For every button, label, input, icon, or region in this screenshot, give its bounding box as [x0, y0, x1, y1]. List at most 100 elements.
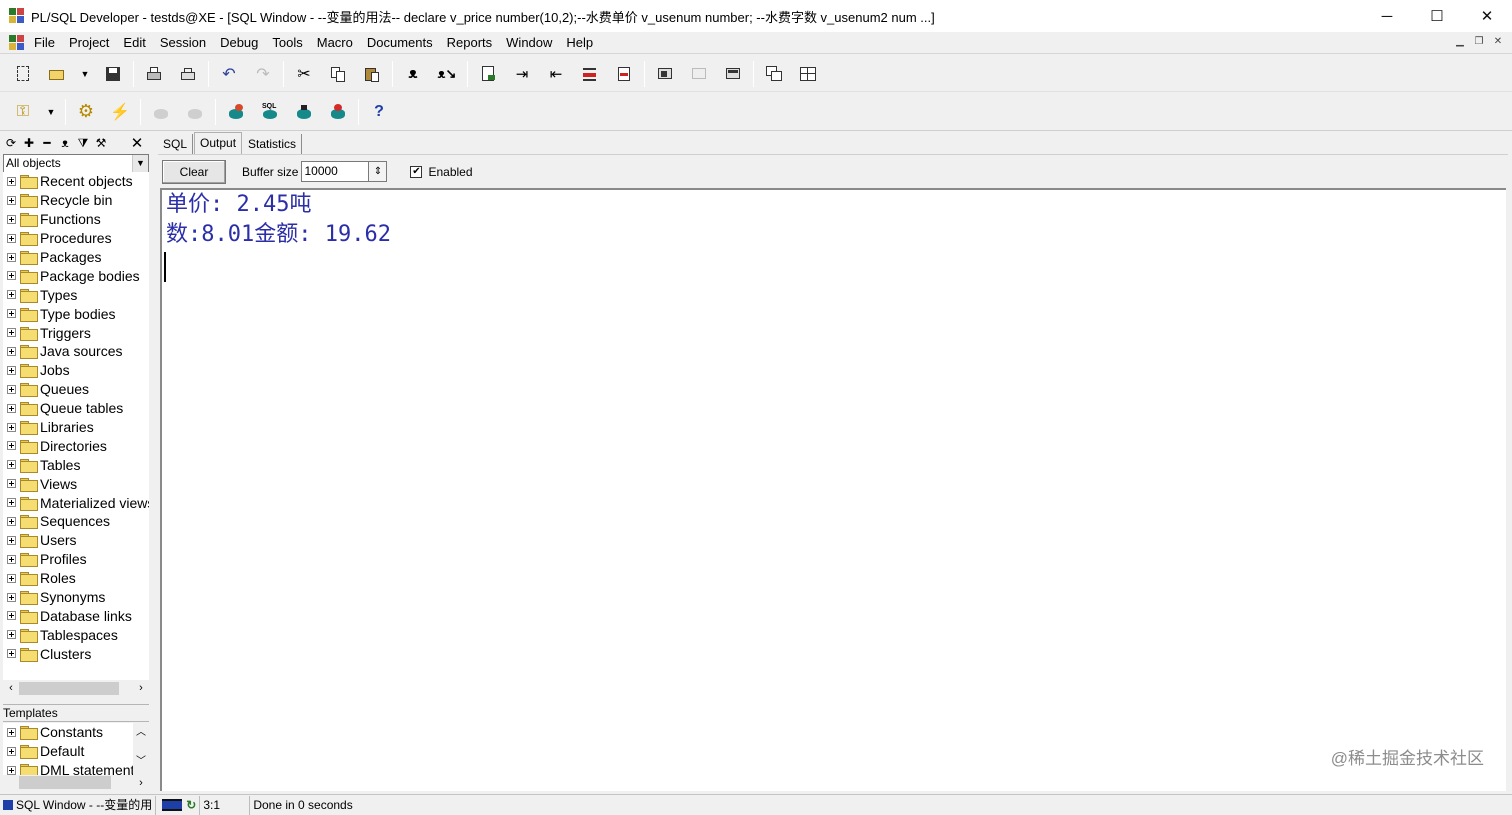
- menu-help[interactable]: Help: [559, 33, 600, 53]
- expand-icon[interactable]: [7, 309, 16, 319]
- buffer-spin-icon[interactable]: ⇕: [369, 161, 388, 182]
- minimize-button[interactable]: ─: [1362, 0, 1412, 32]
- filter-icon[interactable]: ⧩: [76, 136, 90, 151]
- expand-icon[interactable]: [7, 328, 16, 338]
- tab-statistics[interactable]: Statistics: [243, 134, 303, 154]
- tree-node[interactable]: DML statements: [3, 761, 149, 775]
- tree-node[interactable]: Roles: [3, 569, 149, 588]
- menu-project[interactable]: Project: [62, 33, 116, 53]
- tree-horizontal-scrollbar[interactable]: ‹ ›: [3, 680, 149, 696]
- print-setup-button[interactable]: [171, 59, 205, 89]
- close-icon[interactable]: ✕: [130, 134, 144, 152]
- window-list-item[interactable]: SQL Window - --变量的用: [0, 795, 157, 815]
- rollback-button[interactable]: [178, 97, 212, 127]
- tree-node[interactable]: Types: [3, 285, 149, 304]
- expand-icon[interactable]: [7, 271, 16, 281]
- buffer-size-input[interactable]: 10000: [301, 161, 370, 182]
- db-session-button[interactable]: [219, 97, 253, 127]
- expand-icon[interactable]: [7, 233, 16, 243]
- expand-icon[interactable]: [7, 746, 16, 756]
- menu-window[interactable]: Window: [499, 33, 559, 53]
- tree-node[interactable]: Type bodies: [3, 304, 149, 323]
- menu-documents[interactable]: Documents: [360, 33, 440, 53]
- tree-node[interactable]: Database links: [3, 606, 149, 625]
- expand-icon[interactable]: [7, 498, 16, 508]
- expand-icon[interactable]: [7, 765, 16, 775]
- tree-node[interactable]: Clusters: [3, 644, 149, 663]
- remove-icon[interactable]: ━: [40, 136, 54, 150]
- menu-edit[interactable]: Edit: [116, 33, 152, 53]
- tree-node[interactable]: Procedures: [3, 229, 149, 248]
- tile-button[interactable]: [791, 59, 825, 89]
- scrollbar-thumb[interactable]: [19, 681, 119, 695]
- expand-icon[interactable]: [7, 195, 16, 205]
- commit-button[interactable]: [144, 97, 178, 127]
- expand-icon[interactable]: [7, 516, 16, 526]
- tree-node[interactable]: Packages: [3, 248, 149, 267]
- sql-db-button[interactable]: SQL: [253, 97, 287, 127]
- expand-icon[interactable]: [7, 630, 16, 640]
- expand-icon[interactable]: [7, 252, 16, 262]
- expand-icon[interactable]: [7, 365, 16, 375]
- tree-node[interactable]: Default: [3, 742, 149, 761]
- scroll-right-icon[interactable]: ›: [133, 682, 149, 694]
- logon-button[interactable]: ⚿: [6, 97, 40, 127]
- tree-node[interactable]: Sequences: [3, 512, 149, 531]
- maximize-button[interactable]: ☐: [1412, 0, 1462, 32]
- tree-node[interactable]: Triggers: [3, 323, 149, 342]
- undo-button[interactable]: ↶: [212, 59, 246, 89]
- scroll-left-icon[interactable]: ‹: [3, 682, 19, 694]
- uncomment-button[interactable]: [607, 59, 641, 89]
- new-button[interactable]: [6, 59, 40, 89]
- find-button[interactable]: ᴥ: [396, 59, 430, 89]
- help-button[interactable]: ?: [362, 97, 396, 127]
- expand-icon[interactable]: [7, 422, 16, 432]
- open-dropdown[interactable]: ▼: [74, 59, 96, 89]
- beautify-button[interactable]: [471, 59, 505, 89]
- tree-node[interactable]: Package bodies: [3, 266, 149, 285]
- tree-node[interactable]: Java sources: [3, 342, 149, 361]
- redo-button[interactable]: ↷: [246, 59, 280, 89]
- add-icon[interactable]: ✚: [22, 136, 36, 150]
- scroll-up-icon[interactable]: ︿: [133, 723, 149, 738]
- browser-options-icon[interactable]: ⚒: [94, 136, 108, 150]
- menu-session[interactable]: Session: [153, 33, 213, 53]
- break-button[interactable]: ⚡: [103, 97, 137, 127]
- tree-node[interactable]: Views: [3, 474, 149, 493]
- refresh-icon[interactable]: ⟳: [4, 136, 18, 150]
- save-button[interactable]: [96, 59, 130, 89]
- tree-node[interactable]: Queue tables: [3, 399, 149, 418]
- test-window-button[interactable]: [682, 59, 716, 89]
- debug-db-button[interactable]: [321, 97, 355, 127]
- paste-button[interactable]: [355, 59, 389, 89]
- expand-icon[interactable]: [7, 403, 16, 413]
- menu-file[interactable]: File: [27, 33, 62, 53]
- tree-node[interactable]: Tables: [3, 455, 149, 474]
- connection-indicator[interactable]: ↻: [156, 795, 201, 815]
- tree-node[interactable]: Profiles: [3, 550, 149, 569]
- object-filter-select[interactable]: All objects ▼: [3, 154, 149, 173]
- execute-button[interactable]: ⚙: [69, 97, 103, 127]
- expand-icon[interactable]: [7, 592, 16, 602]
- find-icon[interactable]: ᴥ: [58, 136, 72, 150]
- expand-icon[interactable]: [7, 535, 16, 545]
- tab-sql[interactable]: SQL: [158, 134, 194, 154]
- tab-output[interactable]: Output: [194, 132, 243, 154]
- print-button[interactable]: [137, 59, 171, 89]
- menu-debug[interactable]: Debug: [213, 33, 265, 53]
- tree-node[interactable]: Jobs: [3, 361, 149, 380]
- tree-node[interactable]: Materialized views: [3, 493, 149, 512]
- expand-icon[interactable]: [7, 441, 16, 451]
- expand-icon[interactable]: [7, 479, 16, 489]
- expand-icon[interactable]: [7, 573, 16, 583]
- expand-icon[interactable]: [7, 460, 16, 470]
- expand-icon[interactable]: [7, 554, 16, 564]
- explain-button[interactable]: [287, 97, 321, 127]
- sql-window-button[interactable]: [648, 59, 682, 89]
- indent-button[interactable]: ⇥: [505, 59, 539, 89]
- enabled-checkbox[interactable]: ✔: [410, 165, 423, 178]
- expand-icon[interactable]: [7, 346, 16, 356]
- scrollbar-thumb[interactable]: [19, 776, 111, 789]
- output-text-area[interactable]: 单价: 2.45吨 数:8.01金额: 19.62 @稀土掘金技术社区: [160, 188, 1506, 791]
- expand-icon[interactable]: [7, 649, 16, 659]
